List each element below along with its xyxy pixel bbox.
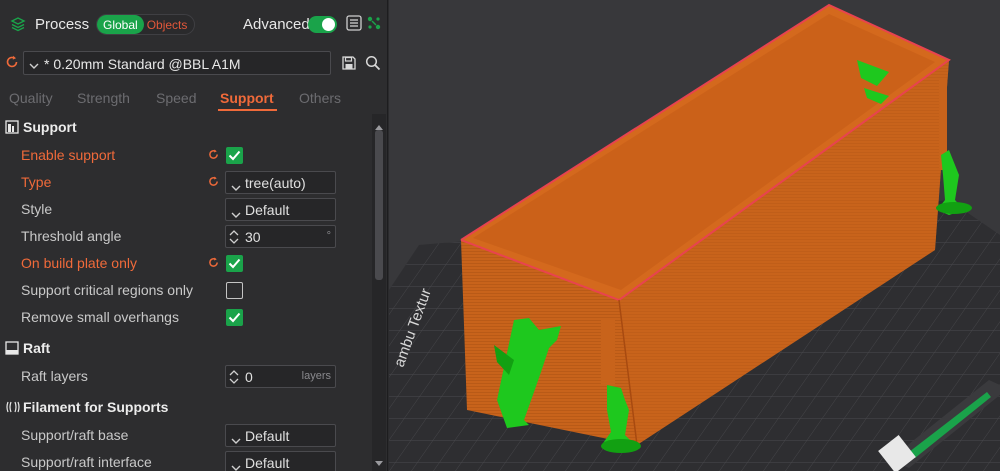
reset-value-icon[interactable] xyxy=(207,256,220,274)
chevron-down-icon xyxy=(231,432,241,450)
settings-tabs: Quality Strength Speed Support Others xyxy=(0,86,387,112)
tab-strength[interactable]: Strength xyxy=(77,90,130,106)
scope-switch[interactable]: Global Objects xyxy=(96,14,196,35)
select-value: Default xyxy=(245,202,290,218)
process-settings-panel: Process Global Objects Advanced * 0.20mm… xyxy=(0,0,388,471)
scroll-down-icon[interactable] xyxy=(375,454,383,471)
scope-global-option[interactable]: Global xyxy=(97,15,144,34)
setting-support-raft-interface: Support/raft interface Default xyxy=(0,449,370,471)
build-plate-only-checkbox[interactable] xyxy=(226,255,243,272)
support-style-select[interactable]: Default xyxy=(225,198,336,221)
critical-regions-checkbox[interactable] xyxy=(226,282,243,299)
chevron-down-icon xyxy=(29,58,39,76)
chevron-down-icon xyxy=(231,459,241,471)
stepper-arrows-icon[interactable] xyxy=(229,229,239,250)
input-unit: ° xyxy=(326,230,331,242)
preset-row: * 0.20mm Standard @BBL A1M xyxy=(0,50,387,76)
setting-label: Support/raft base xyxy=(21,427,129,443)
input-value: 30 xyxy=(245,229,261,245)
remove-overhangs-checkbox[interactable] xyxy=(226,309,243,326)
setting-support-raft-base: Support/raft base Default xyxy=(0,422,370,449)
input-unit: layers xyxy=(301,370,331,382)
settings-scrollbar[interactable] xyxy=(372,114,386,471)
support-interface-filament-select[interactable]: Default xyxy=(225,451,336,471)
3d-viewport[interactable]: ambu Textur xyxy=(389,0,1000,471)
setting-on-build-plate-only: On build plate only xyxy=(0,250,370,277)
setting-critical-regions-only: Support critical regions only xyxy=(0,277,370,304)
scroll-thumb[interactable] xyxy=(375,130,383,280)
setting-label: On build plate only xyxy=(21,255,137,271)
setting-label: Style xyxy=(21,201,53,217)
panel-header: Process Global Objects Advanced xyxy=(0,0,387,48)
chevron-down-icon xyxy=(231,206,241,224)
advanced-label: Advanced xyxy=(243,16,310,33)
setting-label: Enable support xyxy=(21,147,116,163)
input-value: 0 xyxy=(245,369,253,385)
raft-layers-input[interactable]: 0 layers xyxy=(225,365,336,388)
support-type-select[interactable]: tree(auto) xyxy=(225,171,336,194)
enable-support-checkbox[interactable] xyxy=(226,147,243,164)
chevron-down-icon xyxy=(231,179,241,197)
panel-title: Process xyxy=(35,16,90,33)
reset-value-icon[interactable] xyxy=(207,148,220,166)
support-section-icon xyxy=(5,120,19,139)
tab-support[interactable]: Support xyxy=(220,90,274,106)
setting-label: Raft layers xyxy=(21,368,88,384)
search-icon[interactable] xyxy=(365,55,381,76)
toggle-knob xyxy=(322,18,335,31)
active-tab-indicator xyxy=(218,109,277,111)
layers-icon xyxy=(10,16,26,37)
reset-value-icon[interactable] xyxy=(207,175,220,193)
setting-threshold-angle: Threshold angle 30 ° xyxy=(0,223,370,250)
compare-presets-icon[interactable] xyxy=(366,15,382,36)
setting-remove-small-overhangs: Remove small overhangs xyxy=(0,304,370,331)
scene-canvas[interactable]: ambu Textur xyxy=(389,0,1000,471)
list-view-icon[interactable] xyxy=(346,15,362,36)
section-title: Support xyxy=(23,119,77,135)
support-base-filament-select[interactable]: Default xyxy=(225,424,336,447)
preset-dropdown[interactable]: * 0.20mm Standard @BBL A1M xyxy=(23,51,331,75)
setting-label: Threshold angle xyxy=(21,228,122,244)
setting-label: Support/raft interface xyxy=(21,454,152,470)
setting-type: Type tree(auto) xyxy=(0,169,370,196)
setting-label: Type xyxy=(21,174,52,190)
select-value: tree(auto) xyxy=(245,175,306,191)
scope-objects-option[interactable]: Objects xyxy=(144,15,195,34)
section-support-header: Support xyxy=(0,115,370,139)
tab-others[interactable]: Others xyxy=(299,90,341,106)
advanced-toggle[interactable] xyxy=(308,16,337,33)
preset-name: * 0.20mm Standard @BBL A1M xyxy=(44,56,241,72)
tab-speed[interactable]: Speed xyxy=(156,90,196,106)
section-filament-header: Filament for Supports xyxy=(0,395,370,419)
setting-style: Style Default xyxy=(0,196,370,223)
setting-label: Remove small overhangs xyxy=(21,309,179,325)
section-raft-header: Raft xyxy=(0,336,370,360)
stepper-arrows-icon[interactable] xyxy=(229,369,239,390)
section-title: Filament for Supports xyxy=(23,399,169,415)
settings-list: Support Enable support Type tree(auto) S… xyxy=(0,114,370,471)
filament-section-icon xyxy=(5,400,21,419)
section-title: Raft xyxy=(23,340,51,356)
reset-preset-icon[interactable] xyxy=(4,54,20,75)
setting-raft-layers: Raft layers 0 layers xyxy=(0,363,370,390)
raft-section-icon xyxy=(5,341,19,360)
setting-enable-support: Enable support xyxy=(0,142,370,169)
threshold-angle-input[interactable]: 30 ° xyxy=(225,225,336,248)
setting-label: Support critical regions only xyxy=(21,282,193,298)
select-value: Default xyxy=(245,455,290,471)
tab-quality[interactable]: Quality xyxy=(9,90,53,106)
save-icon[interactable] xyxy=(342,56,356,75)
select-value: Default xyxy=(245,428,290,444)
